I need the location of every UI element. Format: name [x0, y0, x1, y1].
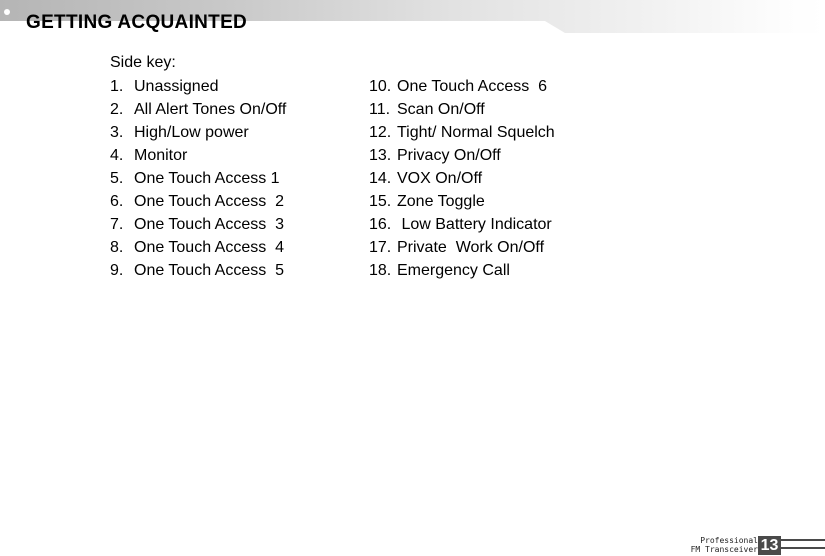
list-item-number: 3.	[110, 124, 124, 141]
list-item: 4. Monitor	[110, 144, 286, 167]
list-item: 10. One Touch Access 6	[369, 75, 555, 98]
list-item: 17. Private Work On/Off	[369, 236, 555, 259]
footer-rule-bottom	[781, 547, 825, 549]
list-item: 7. One Touch Access 3	[110, 213, 286, 236]
list-item-number: 6.	[110, 193, 124, 210]
list-item-number: 7.	[110, 216, 124, 233]
list-item: 12. Tight/ Normal Squelch	[369, 121, 555, 144]
list-item: 3. High/Low power	[110, 121, 286, 144]
list-item: 6. One Touch Access 2	[110, 190, 286, 213]
list-item-number: 1.	[110, 78, 124, 95]
side-key-list-right: 10. One Touch Access 6 11. Scan On/Off 1…	[369, 75, 555, 282]
list-item-label: All Alert Tones On/Off	[134, 101, 287, 118]
list-item: 1. Unassigned	[110, 75, 286, 98]
list-item-label: Unassigned	[134, 78, 219, 95]
list-item-number: 18.	[369, 262, 392, 279]
list-item: 8. One Touch Access 4	[110, 236, 286, 259]
list-item: 5. One Touch Access 1	[110, 167, 286, 190]
list-item-label: Monitor	[134, 147, 188, 164]
list-item: 11. Scan On/Off	[369, 98, 555, 121]
footer-brand-line-2: FM Transceiver	[690, 545, 758, 554]
list-item-label: Zone Toggle	[397, 193, 485, 210]
list-item-number: 12.	[369, 124, 392, 141]
content-area: Side key: 1. Unassigned 2. All Alert Ton…	[0, 0, 825, 556]
list-item-label: VOX On/Off	[397, 170, 483, 187]
side-key-list-left: 1. Unassigned 2. All Alert Tones On/Off …	[110, 75, 286, 282]
list-item-label: Privacy On/Off	[397, 147, 501, 164]
list-item-label: High/Low power	[134, 124, 249, 141]
list-item-number: 17.	[369, 239, 392, 256]
list-item-number: 9.	[110, 262, 124, 279]
list-item-number: 13.	[369, 147, 392, 164]
list-item-label: Emergency Call	[397, 262, 510, 279]
list-item-label: One Touch Access 2	[134, 193, 285, 210]
page-footer: Professional FM Transceiver	[0, 526, 825, 556]
list-item-label: Scan On/Off	[397, 101, 485, 118]
list-item-number: 16.	[369, 216, 392, 233]
list-item-number: 14.	[369, 170, 392, 187]
list-item-number: 8.	[110, 239, 124, 256]
side-key-section-label: Side key:	[110, 54, 176, 71]
list-item-label: Private Work On/Off	[397, 239, 545, 256]
list-item-label: Tight/ Normal Squelch	[397, 124, 555, 141]
list-item-label: One Touch Access 1	[134, 170, 280, 187]
list-item-number: 2.	[110, 101, 124, 118]
list-item-label: One Touch Access 5	[134, 262, 285, 279]
list-item: 16. Low Battery Indicator	[369, 213, 555, 236]
list-item-number: 4.	[110, 147, 124, 164]
footer-brand-line-1: Professional	[700, 536, 758, 545]
list-item: 2. All Alert Tones On/Off	[110, 98, 286, 121]
list-item-label: One Touch Access 3	[134, 216, 285, 233]
list-item-label: One Touch Access 4	[134, 239, 285, 256]
list-item-number: 11.	[369, 101, 391, 118]
list-item-label: One Touch Access 6	[397, 78, 548, 95]
footer-rule-top	[781, 539, 825, 541]
list-item-label: Low Battery Indicator	[397, 216, 552, 233]
list-item: 18. Emergency Call	[369, 259, 555, 282]
list-item: 13. Privacy On/Off	[369, 144, 555, 167]
list-item-number: 15.	[369, 193, 392, 210]
list-item: 9. One Touch Access 5	[110, 259, 286, 282]
list-item-number: 10.	[369, 78, 392, 95]
list-item-number: 5.	[110, 170, 124, 187]
list-item: 14. VOX On/Off	[369, 167, 555, 190]
page-number: 13	[758, 536, 781, 555]
footer-brand: Professional FM Transceiver	[691, 536, 758, 554]
list-item: 15. Zone Toggle	[369, 190, 555, 213]
